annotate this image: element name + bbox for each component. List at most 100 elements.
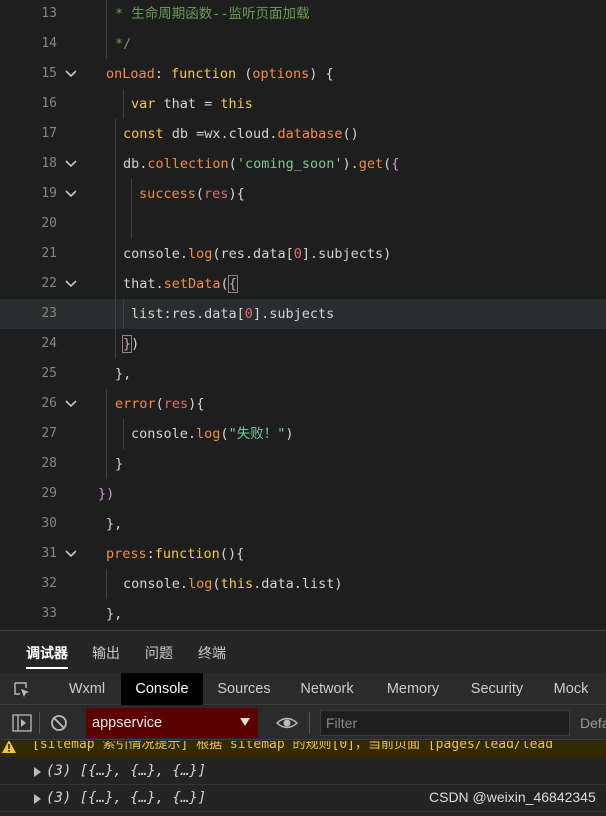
- indent-guide: [106, 419, 107, 449]
- log-entry-text: (3) [{…}, {…}, {…}]: [46, 790, 207, 806]
- code-text: var that = this: [131, 89, 253, 119]
- code-line[interactable]: 23 list:res.data[0].subjects: [0, 299, 606, 329]
- code-text: },: [106, 509, 122, 539]
- tab-problems[interactable]: 问题: [145, 631, 173, 673]
- code-token: {: [227, 275, 238, 293]
- code-line[interactable]: 29}): [0, 479, 606, 509]
- context-select[interactable]: appservice: [86, 708, 258, 738]
- log-entry[interactable]: (3) [{…}, {…}, {…}]: [0, 758, 606, 785]
- line-number: 17: [41, 126, 57, 141]
- code-token: database: [277, 126, 343, 142]
- code-token: 'coming_soon': [236, 156, 343, 172]
- code-token: ){: [188, 396, 205, 412]
- indent-guide: [131, 179, 132, 209]
- clear-console-icon[interactable]: [50, 714, 68, 732]
- line-number: 28: [41, 456, 57, 471]
- code-token: ].subjects: [252, 306, 335, 322]
- code-token: {: [391, 156, 400, 172]
- filter-input[interactable]: [320, 710, 570, 736]
- code-token: setData: [163, 276, 221, 292]
- line-number: 16: [41, 96, 57, 111]
- code-token: }: [115, 456, 124, 472]
- panel-tab-bar: 调试器 输出 问题 终端: [0, 631, 606, 673]
- code-line[interactable]: 31 press:function(){: [0, 539, 606, 569]
- code-token: log: [196, 426, 221, 442]
- tab-network[interactable]: Network: [288, 673, 366, 705]
- tab-output[interactable]: 输出: [92, 631, 120, 673]
- sidebar-toggle-icon[interactable]: [12, 714, 32, 732]
- code-line[interactable]: 24}): [0, 329, 606, 359]
- code-line[interactable]: 18 db.collection('coming_soon').get({: [0, 149, 606, 179]
- code-token: (: [155, 396, 164, 412]
- code-token: that.: [123, 276, 164, 292]
- code-token: log: [188, 246, 213, 262]
- code-line[interactable]: 22 that.setData({: [0, 269, 606, 299]
- code-token: },: [106, 516, 123, 532]
- code-line[interactable]: 25},: [0, 359, 606, 389]
- tab-debugger[interactable]: 调试器: [26, 631, 68, 673]
- code-text: success(res){: [139, 179, 245, 209]
- tab-console[interactable]: Console: [121, 673, 203, 705]
- code-token: ].subjects): [301, 246, 392, 262]
- line-number: 30: [41, 516, 57, 531]
- code-line[interactable]: 30},: [0, 509, 606, 539]
- code-token: function: [171, 66, 237, 82]
- code-line[interactable]: 19 success(res){: [0, 179, 606, 209]
- code-text: db.collection('coming_soon').get({: [123, 149, 399, 179]
- code-token: var: [131, 96, 156, 112]
- expand-triangle-icon[interactable]: [34, 767, 41, 777]
- chevron-down-icon[interactable]: [64, 547, 78, 561]
- console-toolbar: appservice Defa: [0, 706, 606, 740]
- code-line[interactable]: 13 * 生命周期函数--监听页面加载: [0, 0, 606, 29]
- code-line[interactable]: 21 console.log(res.data[0].subjects): [0, 239, 606, 269]
- code-line[interactable]: 16 var that = this: [0, 89, 606, 119]
- code-token: (: [212, 576, 221, 592]
- code-text: error(res){: [115, 389, 204, 419]
- code-text: press:function(){: [106, 539, 244, 569]
- code-line[interactable]: 26 error(res){: [0, 389, 606, 419]
- code-editor[interactable]: 13 * 生命周期函数--监听页面加载 14 */ 15 onLoad: function…: [0, 0, 606, 630]
- code-token: collection: [147, 156, 229, 172]
- inspect-element-icon[interactable]: [13, 681, 31, 699]
- code-token: */: [115, 36, 132, 52]
- code-token: * 生命周期函数--监听页面加载: [115, 6, 310, 22]
- expand-triangle-icon[interactable]: [34, 794, 41, 804]
- code-line[interactable]: 14 */: [0, 29, 606, 59]
- indent-guide: [115, 179, 116, 209]
- chevron-down-icon[interactable]: [64, 397, 78, 411]
- code-token: :: [146, 546, 155, 562]
- chevron-down-icon[interactable]: [64, 157, 78, 171]
- code-line[interactable]: 15 onLoad: function (options) {: [0, 59, 606, 89]
- tab-wxml[interactable]: Wxml: [56, 673, 118, 705]
- code-token: (){: [219, 546, 245, 562]
- log-levels-select[interactable]: Defa: [580, 706, 606, 740]
- code-line[interactable]: 17 const db =wx.cloud.database(): [0, 119, 606, 149]
- code-token: ): [285, 426, 294, 442]
- toolbar-divider: [309, 712, 310, 734]
- code-token: function: [154, 546, 220, 562]
- code-token: db =wx.cloud.: [163, 126, 278, 142]
- code-text: },: [115, 359, 131, 389]
- eye-icon[interactable]: [275, 714, 299, 732]
- code-line[interactable]: 33},: [0, 599, 606, 629]
- code-text: console.log("失败！"): [131, 419, 293, 449]
- line-number: 29: [41, 486, 57, 501]
- chevron-down-icon[interactable]: [64, 67, 78, 81]
- code-line[interactable]: 32 console.log(this.data.list): [0, 569, 606, 599]
- code-token: (: [220, 426, 229, 442]
- chevron-down-icon[interactable]: [64, 187, 78, 201]
- code-line[interactable]: 28}: [0, 449, 606, 479]
- code-line[interactable]: 27 console.log("失败！"): [0, 419, 606, 449]
- tab-terminal[interactable]: 终端: [198, 631, 226, 673]
- tab-security[interactable]: Security: [460, 673, 534, 705]
- indent-guide: [106, 0, 107, 29]
- tab-mock[interactable]: Mock: [544, 673, 598, 705]
- tab-memory[interactable]: Memory: [376, 673, 450, 705]
- tab-sources[interactable]: Sources: [207, 673, 281, 705]
- chevron-down-icon[interactable]: [64, 277, 78, 291]
- code-token: that =: [155, 96, 221, 112]
- line-number: 31: [41, 546, 57, 561]
- code-token: res: [163, 396, 189, 412]
- code-text: const db =wx.cloud.database(): [123, 119, 359, 149]
- code-line[interactable]: 20: [0, 209, 606, 239]
